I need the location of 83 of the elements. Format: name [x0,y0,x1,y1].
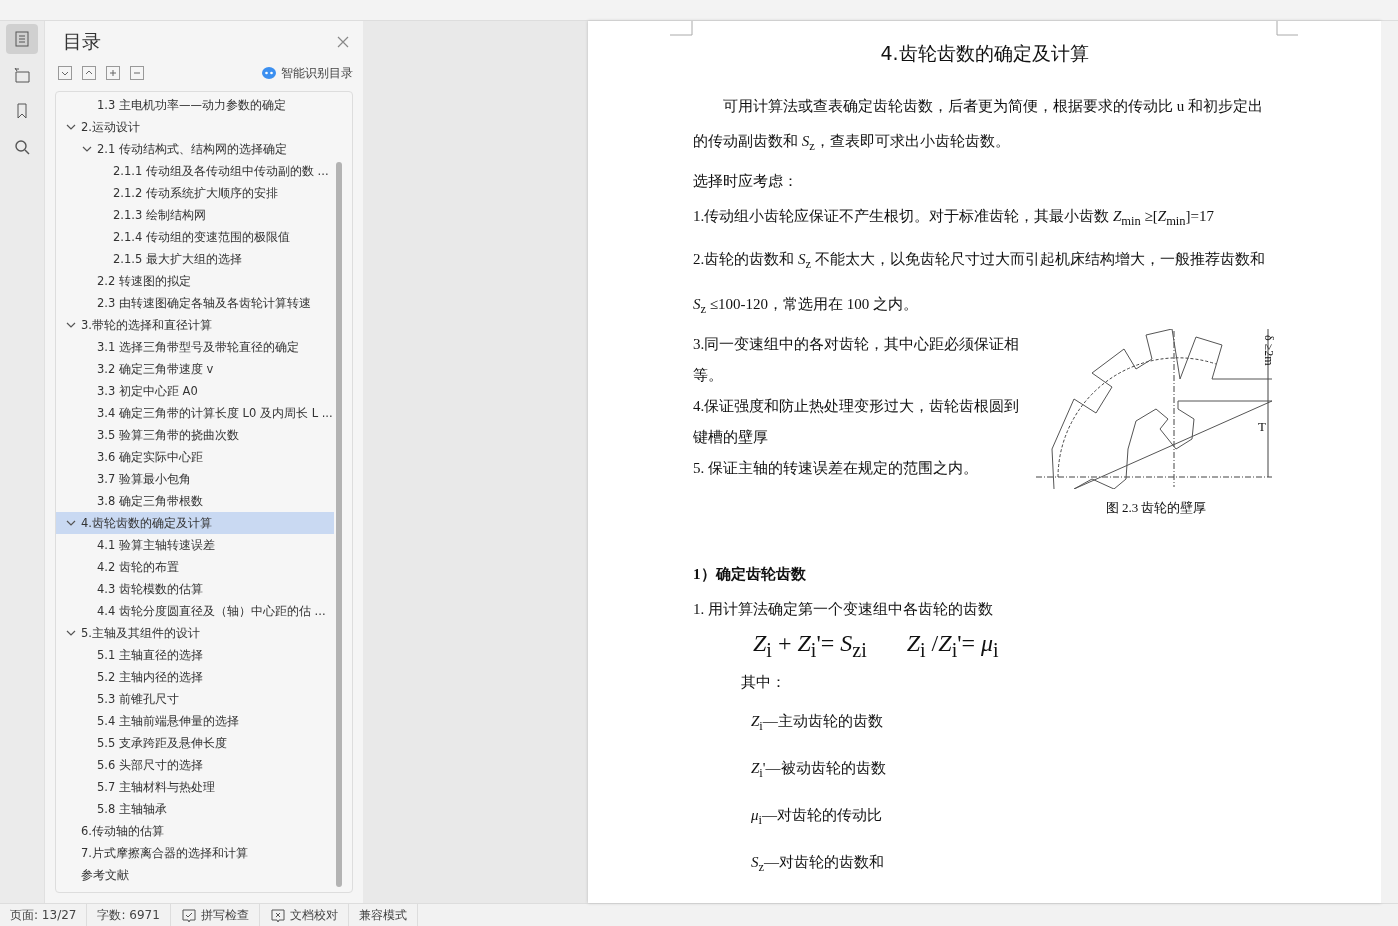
toc-item[interactable]: 5.6 头部尺寸的选择 [56,754,334,776]
paragraph: 其中： [740,673,787,692]
toc-title: 目录 [63,29,101,54]
paragraph: 可用计算法或查表确定齿轮齿数，后者更为简便，根据要求的传动比 u 和初步定出的传动副齿数和 S$_{z}$，查表即可求出小齿轮齿数。 [693,97,1264,155]
paragraph: 1.传动组小齿轮应保证不产生根切。对于标准齿轮，其最小齿数 Z$_{min}$ ≥[Z$_{min}$]=17 [693,207,1216,230]
definition: Z$_{i}$'—被动齿轮的齿数 [750,759,887,782]
toc-item[interactable]: 2.2 转速图的拟定 [56,270,334,292]
spell-check-button[interactable]: 拼写检查 [170,904,260,926]
toc-item[interactable]: 3.2 确定三角带速度 v [56,358,334,380]
paragraph: 3.同一变速组中的各对齿轮，其中心距必须保证相等。 [693,335,1021,385]
paragraph: 5. 保证主轴的转速误差在规定的范围之内。 [693,459,979,478]
toc-item[interactable]: 3.7 验算最小包角 [56,468,334,490]
toc-item[interactable]: 5.5 支承跨距及悬伸长度 [56,732,334,754]
toc-item[interactable]: 5.4 主轴前端悬伸量的选择 [56,710,334,732]
definition: S$_{z}$—对齿轮的齿数和 [750,853,886,876]
chevron-down-icon[interactable] [66,320,76,330]
paragraph: 选择时应考虑： [693,172,799,191]
toc-item[interactable]: 4.2 齿轮的布置 [56,556,334,578]
section-subheading: 1）确定齿轮齿数 [693,565,807,584]
document-heading: 4.齿轮齿数的确定及计算 [879,41,1090,66]
toc-item[interactable]: 3.1 选择三角带型号及带轮直径的确定 [56,336,334,358]
toc-item[interactable]: 2.运动设计 [56,116,334,138]
paragraph: 1. 用计算法确定第一个变速组中各齿轮的齿数 [693,600,994,619]
toc-item[interactable]: 2.1.3 绘制结构网 [56,204,334,226]
toc-item[interactable]: 2.1.4 传动组的变速范围的极限值 [56,226,334,248]
toc-item[interactable]: 5.3 前锥孔尺寸 [56,688,334,710]
structure-icon [13,66,31,84]
paragraph: 4.保证强度和防止热处理变形过大，齿轮齿根圆到键槽的壁厚 [693,397,1021,447]
chevron-down-icon[interactable] [82,144,92,154]
toc-item[interactable]: 3.带轮的选择和直径计算 [56,314,334,336]
remove-level-button[interactable] [130,66,144,80]
outline-icon [13,30,31,48]
toc-item[interactable]: 1.3 主电机功率——动力参数的确定 [56,94,334,116]
ai-icon [262,67,276,79]
toc-item[interactable]: 3.5 验算三角带的挠曲次数 [56,424,334,446]
toc-item[interactable]: 7.片式摩擦离合器的选择和计算 [56,842,334,864]
toc-item[interactable]: 2.1 传动结构式、结构网的选择确定 [56,138,334,160]
dimension-label: δ ≥2m [1261,335,1276,366]
paragraph: 2.齿轮的齿数和 S$_{z}$ 不能太大，以免齿轮尺寸过大而引起机床结构增大，一般推荐齿数和 S$_{z}$ ≤100-120，常选用在 100 之内。 [693,250,1266,318]
toc-item[interactable]: 3.8 确定三角带根数 [56,490,334,512]
toc-item[interactable]: 2.1.1 传动组及各传动组中传动副的数 ... [56,160,334,182]
toc-item[interactable]: 4.4 齿轮分度圆直径及（轴）中心距的估 ... [56,600,334,622]
close-icon[interactable] [337,36,349,48]
toc-item[interactable]: 2.3 由转速图确定各轴及各齿轮计算转速 [56,292,334,314]
toc-item[interactable]: 5.8 主轴轴承 [56,798,334,820]
toc-item[interactable]: 5.1 主轴直径的选择 [56,644,334,666]
status-text: 字数: 6971 [87,904,171,926]
dimension-label: T [1258,419,1266,435]
check-icon [180,907,197,924]
toc-item[interactable]: 2.1.5 最大扩大组的选择 [56,248,334,270]
scrollbar-thumb[interactable] [336,162,342,887]
document-scrollbar[interactable] [1381,21,1398,903]
toc-item[interactable]: 5.7 主轴材料与热处理 [56,776,334,798]
add-level-button[interactable] [106,66,120,80]
crop-mark-icon [1275,21,1299,37]
formula: Z$_{i}$ + Z$_{i}$'= S$_{zi}$ [753,630,867,662]
toc-item[interactable]: 3.4 确定三角带的计算长度 L0 及内周长 L ... [56,402,334,424]
expand-all-button[interactable] [82,66,96,80]
formula: Z$_{i}$ /Z$_{i}$'= μ$_{i}$ [906,630,999,662]
toc-item[interactable]: 5.主轴及其组件的设计 [56,622,334,644]
toc-item[interactable]: 4.1 验算主轴转速误差 [56,534,334,556]
definition: Z$_{i}$—主动齿轮的齿数 [750,712,884,735]
search-icon [13,138,31,156]
collapse-all-button[interactable] [58,66,72,80]
status-text: 兼容模式 [348,904,418,926]
toc-item[interactable]: 3.6 确定实际中心距 [56,446,334,468]
smart-toc-button[interactable]: 智能识别目录 [262,64,353,82]
status-text: 页面: 13/27 [0,904,88,926]
toc-item[interactable]: 2.1.2 传动系统扩大顺序的安排 [56,182,334,204]
toc-item[interactable]: 5.2 主轴内径的选择 [56,666,334,688]
proofread-button[interactable]: 文档校对 [259,904,349,926]
toc-item[interactable]: 4.3 齿轮模数的估算 [56,578,334,600]
cross-icon [269,907,286,924]
figure-caption: 图 2.3 齿轮的壁厚 [1105,499,1207,517]
toc-item[interactable]: 参考文献 [56,864,334,886]
toc-item[interactable]: 3.3 初定中心距 A0 [56,380,334,402]
toc-item[interactable]: 6.传动轴的估算 [56,820,334,842]
toc-item[interactable]: 4.齿轮齿数的确定及计算 [56,512,334,534]
chevron-down-icon[interactable] [66,628,76,638]
crop-mark-icon [670,21,694,37]
definition: μ$_{i}$—对齿轮的传动比 [750,806,883,829]
chevron-down-icon[interactable] [66,122,76,132]
chevron-down-icon[interactable] [66,518,76,528]
